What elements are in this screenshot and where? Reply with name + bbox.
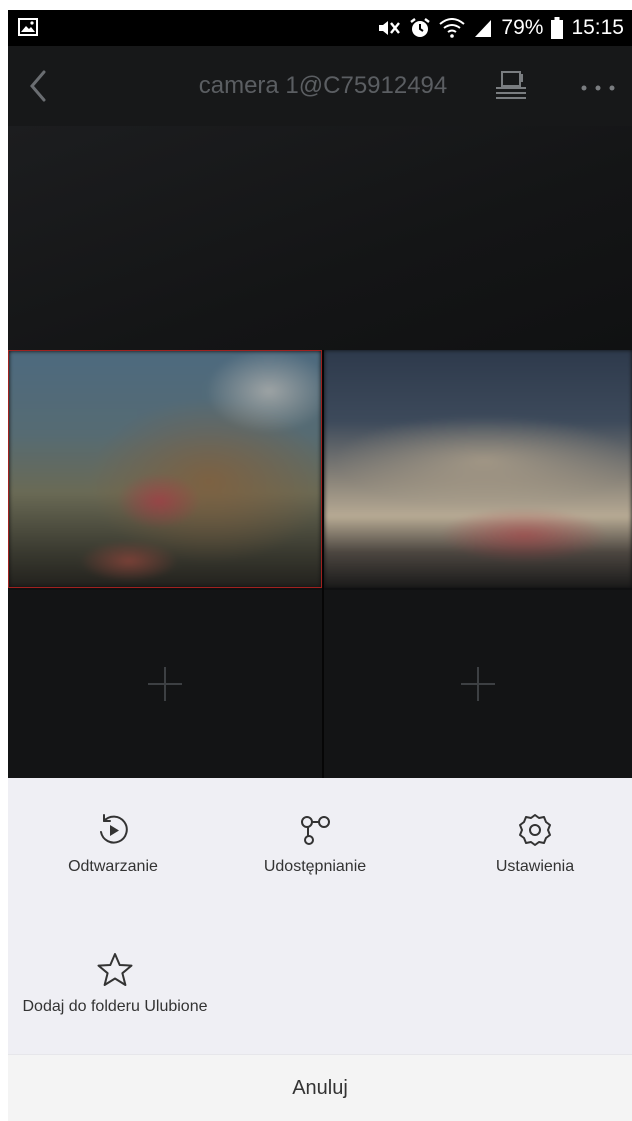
video-window-selected[interactable]: [8, 350, 322, 588]
plus-icon: [461, 667, 495, 701]
add-channel-window[interactable]: [8, 590, 322, 778]
playback-button[interactable]: Odtwarzanie: [48, 812, 178, 876]
playback-icon: [95, 812, 131, 858]
live-view-background: [8, 126, 632, 350]
cancel-label: Anuluj: [292, 1076, 348, 1099]
share-button[interactable]: Udostępnianie: [240, 812, 390, 876]
grid-divider: [322, 350, 324, 778]
status-bar: 79% 15:15: [8, 10, 632, 46]
share-label: Udostępnianie: [263, 858, 367, 875]
add-to-favorites-button[interactable]: Dodaj do folderu Ulubione: [8, 952, 222, 1016]
battery-percent: 79%: [501, 16, 544, 39]
multi-screen-button[interactable]: [492, 66, 532, 106]
wifi-icon: [439, 18, 466, 38]
multi-screen-icon: [492, 71, 532, 110]
image-icon: [18, 18, 38, 41]
cancel-button[interactable]: Anuluj: [8, 1054, 632, 1121]
channel-grid: [8, 350, 632, 778]
signal-icon: [473, 18, 493, 38]
battery-icon: [551, 17, 564, 39]
more-icon: [574, 85, 622, 110]
app-header: camera 1@C75912494: [8, 46, 632, 126]
alarm-icon: [409, 17, 431, 39]
video-window[interactable]: [324, 350, 632, 588]
camera-feed-image: [324, 350, 632, 588]
more-button[interactable]: [574, 66, 622, 106]
settings-label: Ustawienia: [495, 858, 575, 875]
gear-icon: [517, 812, 553, 858]
playback-label: Odtwarzanie: [68, 858, 158, 875]
favorite-label: Dodaj do folderu Ulubione: [22, 998, 208, 1015]
share-icon: [297, 812, 333, 858]
action-sheet: Odtwarzanie Udostępnianie Ustawienia Dod…: [8, 778, 632, 1054]
add-channel-window[interactable]: [324, 590, 632, 778]
mute-icon: [377, 18, 401, 38]
status-time: 15:15: [571, 16, 624, 39]
camera-feed-image: [9, 351, 321, 587]
plus-icon: [148, 667, 182, 701]
star-icon: [96, 952, 134, 998]
settings-button[interactable]: Ustawienia: [470, 812, 600, 876]
